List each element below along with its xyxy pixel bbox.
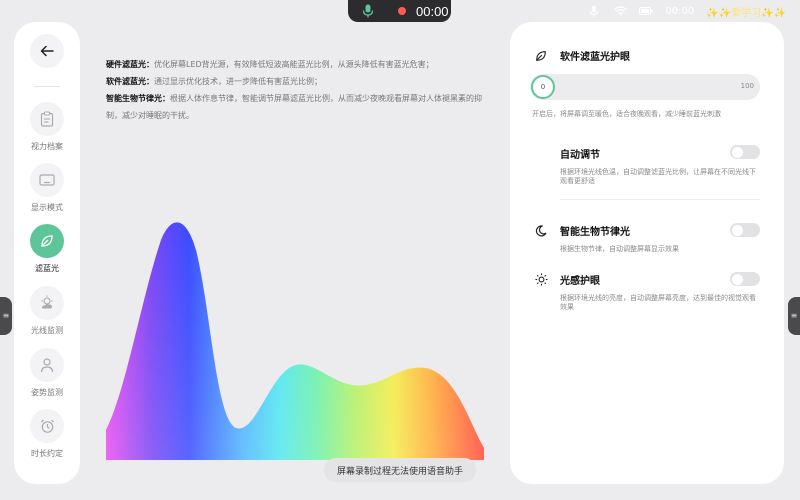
blue-light-description: 硬件滤蓝光：优化屏幕LED背光源，有效降低短波高能蓝光比例，从源头降低有害蓝光危…: [106, 56, 486, 124]
sidebar-divider: [34, 86, 60, 87]
software-filter-title: 软件滤蓝光：: [106, 77, 154, 86]
software-filter-note: 开启后，将屏幕调至暖色，适合夜晚观看，减少睡前蓝光刺激: [532, 110, 721, 118]
display-icon: [30, 163, 64, 197]
spectrum-shading: [106, 222, 484, 460]
alarm-clock-icon: [30, 409, 64, 443]
sidebar-item-label: 时长约定: [31, 449, 63, 458]
leaf-icon: [534, 49, 548, 63]
toast-message: 屏幕录制过程无法使用语音助手: [324, 458, 476, 482]
moon-icon: [534, 224, 548, 238]
back-button[interactable]: [30, 34, 64, 68]
sidebar-item-label: 光线监测: [31, 326, 63, 335]
microphone-icon[interactable]: [360, 3, 376, 19]
sidebar-item-label: 滤蓝光: [35, 264, 59, 273]
battery-icon: [639, 4, 653, 18]
auto-adjust-note: 根据环境光线色温，自动调整滤蓝光比例，让屏幕在不同光线下观看更舒适: [560, 168, 756, 185]
screen-record-pill[interactable]: 00:00: [348, 0, 451, 22]
record-dot-icon: [398, 7, 406, 15]
hardware-filter-title: 硬件滤蓝光：: [106, 60, 154, 69]
sidebar-item-label: 视力档案: [31, 142, 63, 151]
hardware-filter-text: 优化屏幕LED背光源，有效降低短波高能蓝光比例，从源头降低有害蓝光危害；: [154, 60, 434, 69]
blue-light-slider[interactable]: 0 100: [530, 74, 760, 100]
sun-icon: [534, 273, 548, 287]
circadian-paragraph: 智能生物节律光：根据人体作息节律，智能调节屏幕滤蓝光比例，从而减少夜晚观看屏幕对…: [106, 90, 486, 124]
status-bar: 00:00 00:00 ✨✨爱学习✨✨: [0, 0, 800, 22]
system-tray: 00:00 ✨✨爱学习✨✨: [587, 3, 786, 19]
sidebar-item-label: 姿势监测: [31, 388, 63, 397]
leaf-icon: [30, 224, 64, 258]
assistant-label[interactable]: ✨✨爱学习✨✨: [706, 4, 786, 19]
circadian-title: 智能生物节律光：: [106, 94, 170, 103]
auto-adjust-toggle[interactable]: [730, 145, 760, 159]
auto-adjust-title: 自动调节: [560, 150, 600, 161]
auto-adjust-row: 自动调节: [560, 146, 600, 161]
circadian-note: 根据生物节律，自动调整屏幕显示效果: [560, 245, 679, 253]
circadian-title: 智能生物节律光: [560, 227, 630, 238]
sun-cloud-icon: [30, 286, 64, 320]
circadian-toggle[interactable]: [730, 223, 760, 237]
software-filter-row: 软件滤蓝光护眼: [534, 48, 630, 63]
panel-divider: [560, 199, 760, 200]
arrow-left-icon: [40, 45, 54, 57]
clipboard-icon: [30, 102, 64, 136]
slider-knob[interactable]: 0: [531, 75, 555, 99]
sidebar-item-posture-monitor[interactable]: 姿势监测: [14, 348, 80, 398]
right-edge-handle[interactable]: ≡: [788, 297, 800, 335]
record-timer: 00:00: [416, 3, 449, 19]
light-spectrum-illustration: [106, 222, 484, 460]
light-sense-toggle[interactable]: [730, 272, 760, 286]
software-filter-title: 软件滤蓝光护眼: [560, 52, 630, 63]
person-icon: [30, 348, 64, 382]
sidebar-item-display-mode[interactable]: 显示模式: [14, 163, 80, 213]
left-edge-handle[interactable]: ≡: [0, 297, 12, 335]
clock: 00:00: [665, 5, 695, 17]
sidebar-item-label: 显示模式: [31, 203, 63, 212]
software-filter-text: 通过显示优化技术，进一步降低有害蓝光比例；: [154, 77, 322, 86]
light-sense-note: 根据环境光线的亮度，自动调整屏幕亮度，达到最佳的视觉观看效果: [560, 294, 756, 311]
sidebar-item-vision-record[interactable]: 视力档案: [14, 102, 80, 152]
sidebar-item-blue-light-filter[interactable]: 滤蓝光: [14, 224, 80, 274]
slider-max-label: 100: [740, 82, 754, 90]
sidebar-item-light-monitor[interactable]: 光线监测: [14, 286, 80, 336]
microphone-muted-icon: [587, 4, 601, 18]
software-filter-paragraph: 软件滤蓝光：通过显示优化技术，进一步降低有害蓝光比例；: [106, 73, 486, 90]
wifi-icon: [613, 4, 627, 18]
sidebar: 视力档案 显示模式 滤蓝光 光线监测 姿势监测 时长约定: [14, 22, 80, 484]
settings-panel: 软件滤蓝光护眼 0 100 开启后，将屏幕调至暖色，适合夜晚观看，减少睡前蓝光刺…: [510, 22, 784, 484]
hardware-filter-paragraph: 硬件滤蓝光：优化屏幕LED背光源，有效降低短波高能蓝光比例，从源头降低有害蓝光危…: [106, 56, 486, 73]
light-sense-row: 光感护眼: [534, 272, 600, 287]
sidebar-item-time-limit[interactable]: 时长约定: [14, 409, 80, 459]
circadian-row: 智能生物节律光: [534, 223, 630, 238]
light-sense-title: 光感护眼: [560, 276, 600, 287]
